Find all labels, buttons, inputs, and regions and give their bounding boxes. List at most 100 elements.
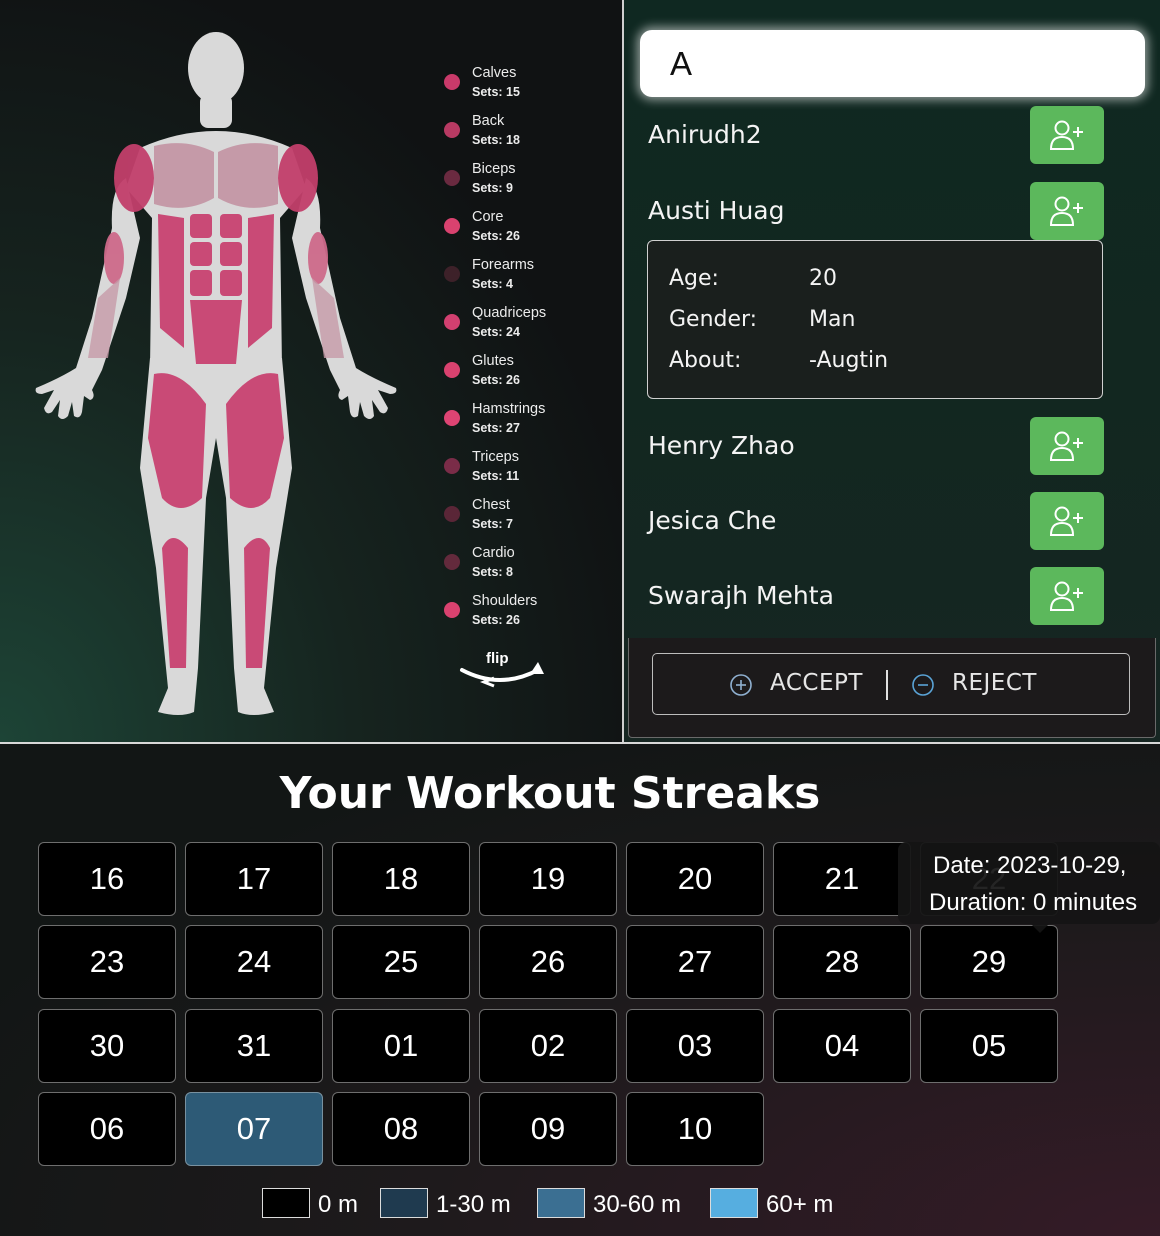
streak-day-cell[interactable]: 31 [185,1009,323,1083]
legend-muscle-name: Shoulders [472,593,538,609]
streak-day-cell[interactable]: 26 [479,925,617,999]
legend-item-glutes: Glutes Sets: 26 [442,350,612,398]
legend-sets: Sets: 7 [472,517,513,531]
streak-day-cell[interactable]: 06 [38,1092,176,1166]
request-actions-box [652,653,1130,715]
add-friend-button[interactable] [1030,106,1104,164]
legend-key-swatch [710,1188,758,1218]
legend-dot [444,122,460,138]
streak-day-cell[interactable]: 04 [773,1009,911,1083]
gender-label: Gender: [669,307,758,332]
legend-muscle-name: Calves [472,65,517,81]
user-name[interactable]: Henry Zhao [648,431,795,460]
streak-day-cell[interactable]: 30 [38,1009,176,1083]
flip-label[interactable]: flip [486,650,509,667]
streak-day-cell[interactable]: 10 [626,1092,764,1166]
streak-day-cell[interactable]: 19 [479,842,617,916]
action-separator [886,670,888,700]
streak-day-cell[interactable]: 09 [479,1092,617,1166]
add-friend-icon [1049,506,1083,536]
user-row[interactable]: Swarajh Mehta [648,567,1108,627]
legend-key-item: 0 m [262,1188,362,1222]
legend-item-quadriceps: Quadriceps Sets: 24 [442,302,612,350]
plus-circle-icon [730,674,752,696]
streak-day-cell[interactable]: 24 [185,925,323,999]
streak-day-cell[interactable]: 25 [332,925,470,999]
search-box[interactable] [640,30,1145,97]
legend-sets: Sets: 24 [472,325,520,339]
user-detail-card: Age: 20 Gender: Man About: -Augtin [647,240,1103,399]
reject-button[interactable]: REJECT [910,668,1050,702]
legend-dot [444,170,460,186]
legend-item-biceps: Biceps Sets: 9 [442,158,612,206]
streak-day-cell[interactable]: 29 [920,925,1058,999]
streak-day-cell[interactable]: 18 [332,842,470,916]
legend-item-chest: Chest Sets: 7 [442,494,612,542]
legend-item-triceps: Triceps Sets: 11 [442,446,612,494]
add-friend-button[interactable] [1030,567,1104,625]
legend-sets: Sets: 11 [472,469,520,483]
legend-dot [444,554,460,570]
user-name[interactable]: Jesica Che [648,506,776,535]
vertical-divider [622,0,624,742]
add-friend-icon [1049,196,1083,226]
legend-muscle-name: Glutes [472,353,514,369]
user-row[interactable]: Henry Zhao [648,417,1108,477]
legend-dot [444,362,460,378]
streak-day-cell[interactable]: 01 [332,1009,470,1083]
streak-day-cell[interactable]: 02 [479,1009,617,1083]
add-friend-icon [1049,581,1083,611]
streak-day-cell[interactable]: 07 [185,1092,323,1166]
streak-day-cell[interactable]: 20 [626,842,764,916]
legend-key-label: 0 m [318,1191,359,1218]
streak-day-cell[interactable]: 05 [920,1009,1058,1083]
streak-day-cell[interactable]: 03 [626,1009,764,1083]
add-friend-button[interactable] [1030,492,1104,550]
legend-key-label: 60+ m [766,1191,834,1218]
tooltip-pointer [1031,924,1049,933]
tooltip-duration: Duration: 0 minutes [929,889,1138,916]
legend-sets: Sets: 27 [472,421,520,435]
legend-muscle-name: Cardio [472,545,515,561]
streak-day-cell[interactable]: 17 [185,842,323,916]
user-name[interactable]: Anirudh2 [648,120,762,149]
user-name[interactable]: Austi Huag [648,196,785,225]
streak-day-cell[interactable]: 28 [773,925,911,999]
user-row[interactable]: Anirudh2 [648,106,1108,166]
muscle-legend: Calves Sets: 15 Back Sets: 18 Biceps Sets: 9 C… [442,62,612,638]
legend-muscle-name: Quadriceps [472,305,547,321]
body-muscle-figure [35,32,397,715]
accept-label: ACCEPT [770,670,863,696]
day-tooltip: Date: 2023-10-29, Duration: 0 minutes [898,842,1160,924]
accept-button[interactable]: ACCEPT [728,668,878,702]
legend-sets: Sets: 4 [472,277,513,291]
streak-day-cell[interactable]: 16 [38,842,176,916]
minus-circle-icon [912,674,934,696]
legend-muscle-name: Biceps [472,161,516,177]
legend-key-swatch [380,1188,428,1218]
user-row[interactable]: Austi Huag [648,182,1108,242]
legend-item-cardio: Cardio Sets: 8 [442,542,612,590]
legend-muscle-name: Chest [472,497,510,513]
add-friend-button[interactable] [1030,182,1104,240]
legend-sets: Sets: 15 [472,85,520,99]
legend-dot [444,74,460,90]
legend-dot [444,458,460,474]
streak-day-cell[interactable]: 23 [38,925,176,999]
gender-value: Man [809,307,856,332]
legend-item-hamstrings: Hamstrings Sets: 27 [442,398,612,446]
add-friend-button[interactable] [1030,417,1104,475]
add-friend-icon [1049,431,1083,461]
streak-day-cell[interactable]: 08 [332,1092,470,1166]
user-row[interactable]: Jesica Che [648,492,1108,552]
legend-sets: Sets: 26 [472,613,520,627]
streak-day-cell[interactable]: 21 [773,842,911,916]
streak-day-cell[interactable]: 27 [626,925,764,999]
about-label: About: [669,348,742,373]
legend-muscle-name: Back [472,113,505,129]
legend-muscle-name: Hamstrings [472,401,546,417]
search-input[interactable] [670,44,1120,84]
legend-muscle-name: Triceps [472,449,519,465]
user-name[interactable]: Swarajh Mehta [648,581,834,610]
add-friend-icon [1049,120,1083,150]
